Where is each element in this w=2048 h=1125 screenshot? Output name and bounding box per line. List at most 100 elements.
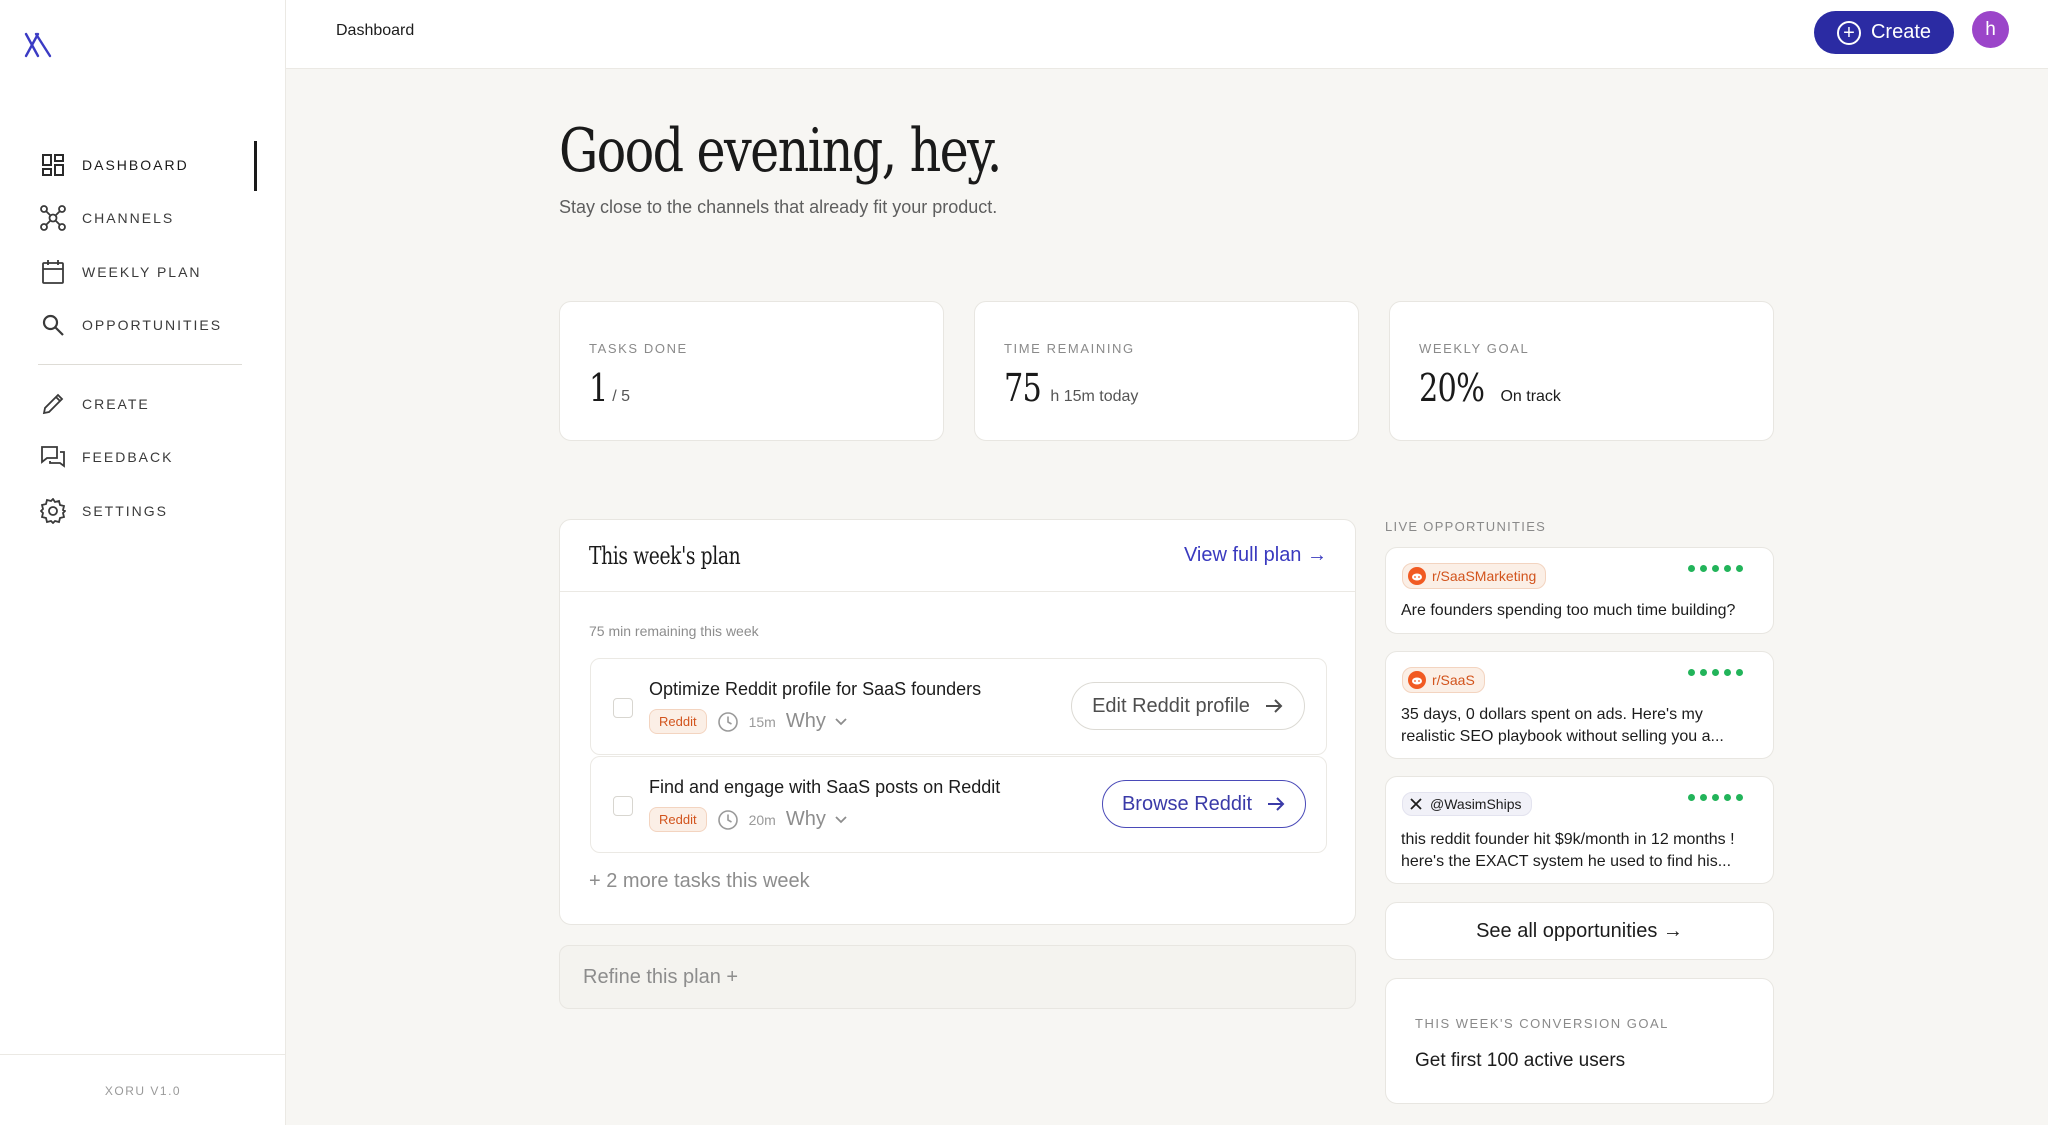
action-label: Browse Reddit [1121,792,1253,815]
reddit-icon [1408,671,1426,689]
sidebar-item-label: CREATE [82,396,150,412]
opportunity-card[interactable]: @WasimShips this reddit founder hit $9k/… [1385,776,1774,884]
task-name: Find and engage with SaaS posts on Reddi… [649,777,1001,797]
task-row: Find and engage with SaaS posts on Reddi… [590,756,1327,853]
sidebar-divider [38,364,242,365]
clock-icon [717,809,739,831]
breadcrumb: Dashboard [336,22,415,39]
plan-remaining-text: 75 min remaining this week [589,623,759,639]
clock-icon [717,711,739,733]
stat-label: TIME REMAINING [1004,341,1135,356]
arrow-right-icon [1268,797,1285,811]
action-label: Edit Reddit profile [1092,694,1250,717]
stat-value: 75 [1004,366,1042,410]
stat-card-weekly-goal: WEEKLY GOAL 20% On track [1389,301,1774,441]
plan-title: This week's plan [589,542,741,570]
why-label: Why [785,808,826,830]
refine-plan-label: Refine this plan + [583,966,739,988]
chevron-down-icon [835,815,847,823]
plus-circle-icon: + [1836,20,1861,45]
task-row: Optimize Reddit profile for SaaS founder… [590,658,1327,755]
stat-card-tasks-done: TASKS DONE 1 / 5 [559,301,944,441]
xoru-logo[interactable] [22,28,56,62]
stat-suffix: On track [1500,388,1561,405]
browse-reddit-button[interactable]: Browse Reddit [1102,780,1306,828]
sidebar-item-label: SETTINGS [82,503,169,519]
chat-icon [38,442,68,472]
sidebar-item-channels[interactable]: CHANNELS [38,200,258,236]
avatar[interactable]: h [1972,11,2009,48]
source-name: r/SaaSMarketing [1432,568,1537,584]
why-label: Why [785,710,826,732]
sidebar-item-settings[interactable]: SETTINGS [38,493,258,529]
opportunity-text: Are founders spending too much time buil… [1401,602,1736,619]
pencil-icon [38,389,68,419]
page-subtitle: Stay close to the channels that already … [559,197,998,217]
create-button[interactable]: + Create [1814,11,1954,54]
channels-icon [38,203,68,233]
refine-plan-button[interactable]: Refine this plan + [559,945,1356,1009]
source-badge: r/SaaS [1402,667,1485,693]
activity-dots [1688,794,1743,801]
page-title: Good evening, hey. [559,116,1002,186]
stat-label: TASKS DONE [589,341,688,356]
opportunity-text: this reddit founder hit $9k/month in 12 … [1401,831,1735,870]
source-name: r/SaaS [1432,672,1475,688]
sidebar-item-label: DASHBOARD [82,157,189,173]
opportunity-card[interactable]: r/SaaS 35 days, 0 dollars spent on ads. … [1385,651,1774,759]
opportunity-text: 35 days, 0 dollars spent on ads. Here's … [1401,706,1724,745]
plan-header: This week's plan View full plan → [560,520,1355,592]
stat-label: WEEKLY GOAL [1419,341,1530,356]
task-checkbox[interactable] [613,698,633,718]
task-duration: 15m [748,713,776,730]
sidebar-item-create[interactable]: CREATE [38,386,258,422]
source-badge: @WasimShips [1402,792,1532,816]
conversion-goal-card: THIS WEEK'S CONVERSION GOAL Get first 10… [1385,978,1774,1104]
source-badge: r/SaaSMarketing [1402,563,1547,589]
task-duration: 20m [748,811,776,828]
opportunity-card[interactable]: r/SaaSMarketing Are founders spending to… [1385,547,1774,634]
task-tag: Reddit [649,807,707,832]
task-name: Optimize Reddit profile for SaaS founder… [649,679,982,699]
weekly-plan-card: This week's plan View full plan → 75 min… [559,519,1356,925]
sidebar-footer-divider [0,1054,286,1055]
sidebar-item-label: FEEDBACK [82,449,174,465]
task-checkbox[interactable] [613,796,633,816]
dashboard-icon [38,150,68,180]
sidebar-item-label: CHANNELS [82,210,175,226]
sidebar-item-feedback[interactable]: FEEDBACK [38,439,258,475]
arrow-right-icon [1265,699,1283,713]
source-name: @WasimShips [1430,796,1522,812]
sidebar-item-weekly-plan[interactable]: WEEKLY PLAN [38,254,258,290]
task-tag: Reddit [649,709,707,734]
live-opportunities-heading: LIVE OPPORTUNITIES [1385,519,1547,534]
stat-value: 1 [589,366,608,410]
topbar: Dashboard + Create h [286,0,2048,69]
stat-suffix: h 15m today [1050,388,1139,405]
sidebar-item-dashboard[interactable]: DASHBOARD [38,147,258,183]
gear-icon [38,496,68,526]
search-icon [38,310,68,340]
create-button-label: Create [1870,21,1932,43]
edit-reddit-profile-button[interactable]: Edit Reddit profile [1071,682,1305,730]
reddit-icon [1408,567,1426,585]
why-toggle[interactable]: Why [786,808,848,831]
see-all-opportunities-button[interactable]: See all opportunities → [1385,902,1774,960]
activity-dots [1688,669,1743,676]
chevron-down-icon [835,717,847,725]
sidebar-item-label: WEEKLY PLAN [82,264,202,280]
x-logo-icon [1410,798,1422,810]
version-label: XORU V1.0 [104,1084,182,1098]
calendar-icon [38,257,68,287]
goal-label: THIS WEEK'S CONVERSION GOAL [1415,1016,1669,1031]
activity-dots [1688,565,1743,572]
stat-card-time-remaining: TIME REMAINING 75 h 15m today [974,301,1359,441]
stat-suffix: / 5 [612,388,630,405]
more-tasks-link[interactable]: + 2 more tasks this week [589,870,810,893]
view-full-plan-link[interactable]: View full plan → [1184,544,1327,567]
goal-value: Get first 100 active users [1415,1050,1626,1071]
active-indicator [254,141,257,191]
sidebar-item-label: OPPORTUNITIES [82,317,223,333]
why-toggle[interactable]: Why [786,710,848,733]
sidebar-item-opportunities[interactable]: OPPORTUNITIES [38,307,258,343]
